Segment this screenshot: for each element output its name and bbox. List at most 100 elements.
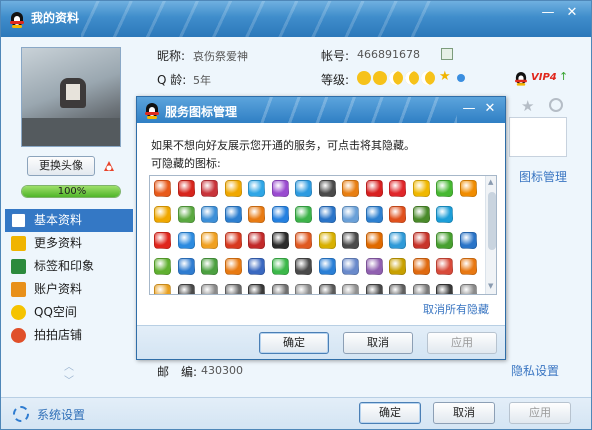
privacy-settings-link[interactable]: 隐私设置 bbox=[511, 362, 559, 379]
gear-icon[interactable] bbox=[13, 406, 29, 422]
service-icon[interactable] bbox=[201, 206, 218, 223]
service-icon[interactable] bbox=[271, 206, 289, 223]
service-icon[interactable] bbox=[318, 206, 336, 223]
scroll-up-icon[interactable]: ▲ bbox=[488, 178, 493, 186]
sidebar-item-qzone[interactable]: QQ空间 bbox=[5, 301, 133, 324]
level-icons[interactable]: ★ bbox=[357, 70, 477, 86]
dialog-cancel-button[interactable]: 取消 bbox=[343, 332, 413, 354]
service-icon[interactable] bbox=[154, 284, 171, 294]
service-icon[interactable] bbox=[412, 206, 430, 223]
close-button[interactable]: ✕ bbox=[561, 5, 583, 21]
vip-badge[interactable]: VIP4 ↑ bbox=[513, 70, 571, 87]
favorite-star-icon[interactable]: ★ bbox=[521, 97, 534, 115]
service-icon[interactable] bbox=[436, 232, 453, 249]
service-icon[interactable] bbox=[389, 258, 406, 275]
service-icon[interactable] bbox=[365, 284, 383, 294]
icon-list-scrollbar[interactable]: ▲ ▼ bbox=[485, 176, 496, 294]
system-settings-link[interactable]: 系统设置 bbox=[37, 406, 85, 423]
scroll-down-icon[interactable]: ﹀ bbox=[63, 375, 75, 389]
service-icon[interactable] bbox=[154, 206, 171, 223]
service-icon[interactable] bbox=[248, 232, 265, 249]
cancel-all-hide-link[interactable]: 取消所有隐藏 bbox=[423, 301, 489, 317]
sidebar-item-account[interactable]: 账户资料 bbox=[5, 278, 133, 301]
service-icon[interactable] bbox=[154, 180, 171, 197]
sidebar-item-more-info[interactable]: 更多资料 bbox=[5, 232, 133, 255]
service-icon[interactable] bbox=[201, 258, 218, 275]
apply-button[interactable]: 应用 bbox=[509, 402, 571, 424]
service-icon[interactable] bbox=[201, 180, 218, 197]
service-icon[interactable] bbox=[389, 232, 406, 249]
service-icon[interactable] bbox=[177, 180, 195, 197]
scrollbar-thumb[interactable] bbox=[488, 192, 496, 250]
scroll-down-icon[interactable]: ▼ bbox=[488, 282, 493, 290]
service-icon[interactable] bbox=[389, 180, 406, 197]
avatar-effect-icon[interactable] bbox=[101, 158, 117, 174]
dialog-title-bar[interactable]: 服务图标管理 — ✕ bbox=[137, 97, 505, 123]
icon-manage-link[interactable]: 图标管理 bbox=[519, 168, 567, 185]
service-icon[interactable] bbox=[365, 258, 383, 275]
service-icon[interactable] bbox=[436, 258, 453, 275]
service-icon[interactable] bbox=[342, 180, 359, 197]
cancel-button[interactable]: 取消 bbox=[433, 402, 495, 424]
service-icon[interactable] bbox=[342, 284, 359, 294]
sidebar-scroll-arrows[interactable]: ︿ ﹀ bbox=[63, 361, 75, 389]
service-icon[interactable] bbox=[177, 232, 195, 249]
service-icon[interactable] bbox=[248, 258, 265, 275]
ok-button[interactable]: 确定 bbox=[359, 402, 421, 424]
service-icon[interactable] bbox=[224, 232, 242, 249]
service-icon[interactable] bbox=[295, 232, 312, 249]
signature-box[interactable] bbox=[509, 117, 567, 157]
change-avatar-button[interactable]: 更换头像 bbox=[27, 156, 95, 176]
service-icon[interactable] bbox=[459, 258, 477, 275]
service-icon[interactable] bbox=[342, 258, 359, 275]
service-icon[interactable] bbox=[342, 232, 359, 249]
service-icon[interactable] bbox=[248, 180, 265, 197]
service-icon[interactable] bbox=[154, 232, 171, 249]
service-icon[interactable] bbox=[318, 232, 336, 249]
service-icon[interactable] bbox=[224, 180, 242, 197]
service-icon[interactable] bbox=[295, 180, 312, 197]
service-icon[interactable] bbox=[295, 258, 312, 275]
dialog-ok-button[interactable]: 确定 bbox=[259, 332, 329, 354]
service-icon[interactable] bbox=[224, 284, 242, 294]
service-icon[interactable] bbox=[436, 206, 453, 223]
service-icon[interactable] bbox=[365, 206, 383, 223]
service-icon[interactable] bbox=[318, 258, 336, 275]
sidebar-item-tags[interactable]: 标签和印象 bbox=[5, 255, 133, 278]
service-icon[interactable] bbox=[318, 180, 336, 197]
service-icon[interactable] bbox=[436, 284, 453, 294]
service-icon[interactable] bbox=[271, 180, 289, 197]
service-icon[interactable] bbox=[295, 284, 312, 294]
service-icon[interactable] bbox=[201, 284, 218, 294]
dialog-close-button[interactable]: ✕ bbox=[480, 100, 500, 118]
service-icon[interactable] bbox=[412, 180, 430, 197]
service-icon[interactable] bbox=[389, 206, 406, 223]
service-icon[interactable] bbox=[271, 284, 289, 294]
dialog-minimize-button[interactable]: — bbox=[459, 100, 479, 118]
service-icon[interactable] bbox=[365, 180, 383, 197]
service-icon[interactable] bbox=[412, 284, 430, 294]
dialog-apply-button[interactable]: 应用 bbox=[427, 332, 497, 354]
service-icon[interactable] bbox=[412, 232, 430, 249]
avatar[interactable] bbox=[21, 47, 121, 147]
service-icon[interactable] bbox=[459, 180, 477, 197]
copy-account-icon[interactable] bbox=[441, 48, 453, 60]
service-icon[interactable] bbox=[459, 284, 477, 294]
service-icon[interactable] bbox=[365, 232, 383, 249]
service-icon[interactable] bbox=[342, 206, 359, 223]
service-icon[interactable] bbox=[412, 258, 430, 275]
service-icon[interactable] bbox=[224, 206, 242, 223]
minimize-button[interactable]: — bbox=[537, 5, 559, 21]
title-bar[interactable]: 我的资料 — ✕ bbox=[1, 1, 591, 37]
service-icon[interactable] bbox=[177, 258, 195, 275]
service-icon[interactable] bbox=[224, 258, 242, 275]
scroll-up-icon[interactable]: ︿ bbox=[63, 361, 75, 375]
service-icon[interactable] bbox=[154, 258, 171, 275]
service-icon[interactable] bbox=[295, 206, 312, 223]
sidebar-item-basic-info[interactable]: 基本资料 bbox=[5, 209, 133, 232]
sidebar-item-shop[interactable]: 拍拍店铺 bbox=[5, 324, 133, 347]
service-icon[interactable] bbox=[248, 206, 265, 223]
service-icon[interactable] bbox=[459, 232, 477, 249]
service-icon[interactable] bbox=[271, 258, 289, 275]
service-icon[interactable] bbox=[177, 284, 195, 294]
